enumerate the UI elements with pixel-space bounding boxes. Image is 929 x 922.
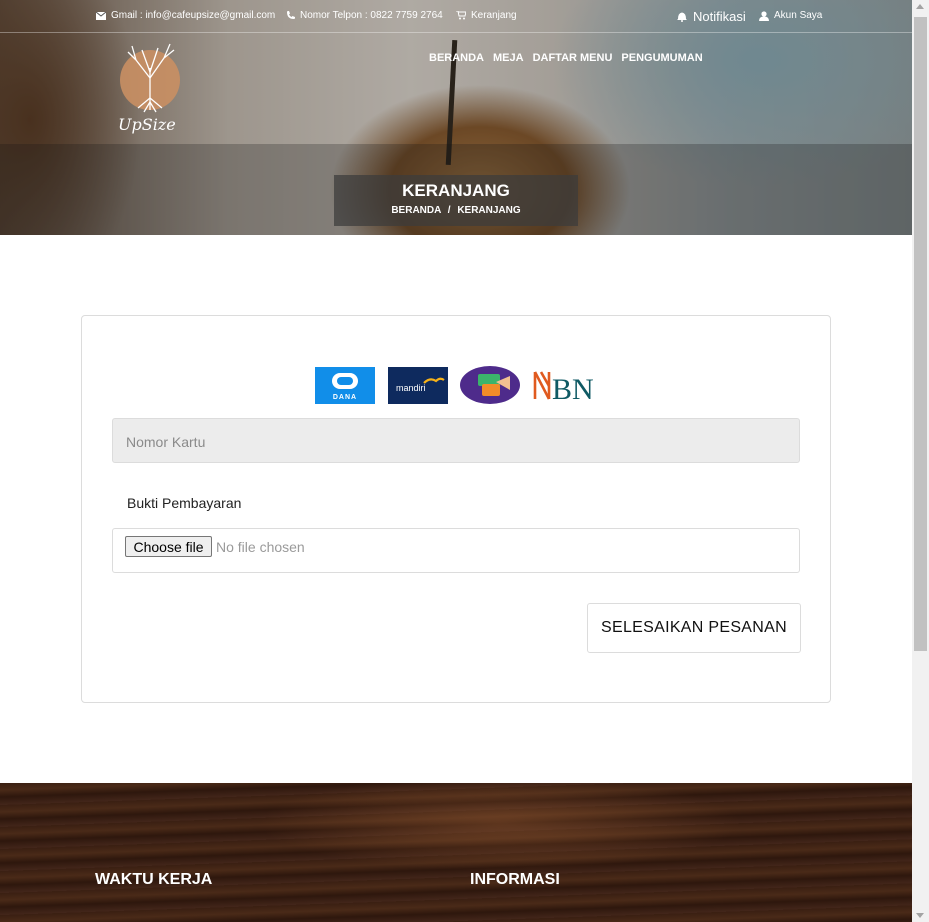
svg-text:UpSize: UpSize [118, 115, 176, 134]
card-number-input[interactable]: Nomor Kartu [112, 418, 800, 463]
nav-item-pengumuman[interactable]: PENGUMUMAN [621, 52, 702, 64]
notifications-link[interactable]: Notifikasi [676, 9, 746, 24]
svg-text:BNI: BNI [552, 373, 593, 404]
choose-file-button[interactable]: Choose file [125, 536, 212, 557]
account-label: Akun Saya [774, 10, 823, 21]
user-icon [759, 10, 769, 21]
email-contact[interactable]: Gmail : info@cafeupsize@gmail.com [96, 10, 275, 21]
cart-icon [456, 11, 466, 20]
svg-text:mandiri: mandiri [396, 383, 426, 393]
breadcrumb-home[interactable]: BERANDA [391, 205, 441, 216]
payment-proof-label: Bukti Pembayaran [127, 495, 242, 511]
nav-item-meja[interactable]: MEJA [493, 52, 524, 64]
vertical-scrollbar[interactable] [912, 0, 929, 922]
phone-contact[interactable]: Nomor Telpon : 0822 7759 2764 [286, 10, 443, 21]
ovo-logo-icon[interactable] [460, 366, 520, 404]
bell-icon [677, 12, 687, 22]
tree-logo-icon: UpSize [118, 43, 180, 134]
cart-label: Keranjang [471, 10, 517, 21]
page-title: KERANJANG [402, 181, 510, 200]
breadcrumb-current: KERANJANG [457, 205, 521, 216]
breadcrumb-separator: / [447, 205, 451, 216]
top-bar: Gmail : info@cafeupsize@gmail.com Nomor … [0, 0, 912, 33]
hero-banner: Gmail : info@cafeupsize@gmail.com Nomor … [0, 0, 912, 235]
mandiri-logo-icon[interactable]: mandiri [388, 367, 448, 404]
main-nav: BERANDA MEJA DAFTAR MENU PENGUMUMAN [429, 52, 703, 64]
breadcrumb: BERANDA / KERANJANG [334, 205, 578, 216]
mail-icon [96, 11, 106, 20]
card-number-placeholder: Nomor Kartu [126, 434, 206, 450]
notifications-label: Notifikasi [693, 9, 746, 24]
payment-card: DANA mandiri BNI Nomor Kartu Bukti Pemba… [81, 315, 831, 703]
footer: WAKTU KERJA INFORMASI [0, 783, 912, 922]
complete-order-button[interactable]: SELESAIKAN PESANAN [587, 603, 801, 653]
no-file-chosen-text: No file chosen [216, 539, 305, 555]
cart-link[interactable]: Keranjang [456, 10, 517, 21]
svg-text:DANA: DANA [333, 394, 357, 401]
scroll-up-icon[interactable] [916, 4, 924, 9]
phone-text: Nomor Telpon : 0822 7759 2764 [300, 10, 443, 21]
account-link[interactable]: Akun Saya [759, 10, 822, 21]
footer-info-title: INFORMASI [470, 871, 560, 888]
bni-logo-icon[interactable]: BNI [533, 366, 604, 406]
scroll-down-icon[interactable] [916, 913, 924, 918]
dana-logo-icon[interactable]: DANA [315, 367, 375, 404]
payment-proof-file-input[interactable]: Choose file No file chosen [112, 528, 800, 573]
footer-working-hours-title: WAKTU KERJA [95, 871, 213, 888]
email-text: Gmail : info@cafeupsize@gmail.com [111, 10, 276, 21]
phone-icon [287, 11, 295, 19]
page-title-box: KERANJANG BERANDA / KERANJANG [334, 175, 578, 226]
nav-item-beranda[interactable]: BERANDA [429, 52, 484, 64]
brand-logo[interactable]: UpSize [114, 38, 190, 142]
scrollbar-thumb[interactable] [914, 17, 927, 651]
nav-item-daftar-menu[interactable]: DAFTAR MENU [533, 52, 613, 64]
